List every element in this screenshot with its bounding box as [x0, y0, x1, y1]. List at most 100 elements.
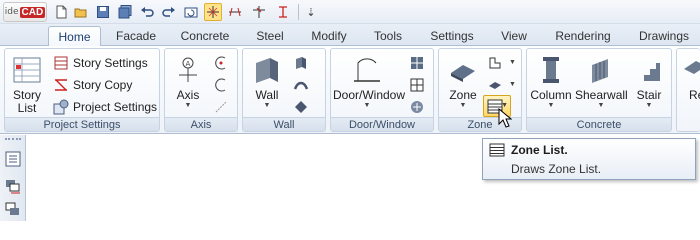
tab-steel[interactable]: Steel	[247, 26, 293, 46]
dimension-icon[interactable]	[226, 3, 244, 21]
story-copy-label: Story Copy	[73, 78, 133, 92]
save-all-icon[interactable]	[116, 3, 134, 21]
elevation-icon[interactable]	[274, 3, 292, 21]
arc-axis-icon[interactable]	[211, 53, 231, 73]
shearwall-button[interactable]: Shearwall ▼	[575, 53, 628, 110]
window-object-icon[interactable]	[407, 97, 427, 117]
project-settings-button[interactable]: Project Settings	[53, 97, 157, 117]
door-window-button[interactable]: Door/Window ▼	[333, 53, 406, 110]
door-icon	[350, 53, 384, 87]
chevron-down-icon: ▼	[363, 102, 371, 109]
column-label: Column	[530, 88, 572, 102]
axis-button[interactable]: A Axis ▼	[169, 53, 207, 110]
curve-axis-icon[interactable]	[211, 75, 231, 95]
chevron-down-icon[interactable]: ▼	[509, 81, 516, 88]
logo-main: CAD	[19, 6, 46, 18]
group-wall: Wall ▼ Wall	[242, 48, 326, 132]
story-settings-button[interactable]: Story Settings	[53, 53, 148, 73]
open-icon[interactable]	[72, 3, 90, 21]
story-copy-button[interactable]: Story Copy	[53, 75, 132, 95]
shearwall-icon	[584, 53, 618, 87]
chevron-down-icon: ▼	[184, 102, 192, 109]
group-label: Door/Window	[331, 117, 433, 131]
quick-access-toolbar: ide CAD ⇣	[0, 0, 700, 24]
shearwall-label: Shearwall	[575, 88, 628, 102]
tab-home[interactable]: Home	[48, 26, 101, 47]
curved-wall-icon[interactable]	[291, 75, 311, 95]
group-project-settings: Story List Story Settings Story Copy Pro…	[4, 48, 160, 132]
axis-icon: A	[171, 53, 205, 87]
window-frame-icon[interactable]	[407, 75, 427, 95]
chevron-down-icon: ▼	[459, 102, 467, 109]
undo-icon[interactable]	[138, 3, 156, 21]
tooltip-title: Zone List.	[511, 143, 568, 157]
project-settings-icon	[53, 99, 69, 115]
stair-button[interactable]: Stair ▼	[631, 53, 667, 110]
tab-tools[interactable]: Tools	[366, 26, 410, 46]
chevron-down-icon: ▼	[597, 102, 605, 109]
story-copy-icon	[55, 79, 67, 91]
wall-diamond-icon[interactable]	[291, 97, 311, 117]
chevron-down-icon: ▼	[547, 102, 555, 109]
zone-list-tooltip: Zone List. Draws Zone List.	[482, 138, 696, 180]
zone-polyline-icon[interactable]	[485, 53, 505, 73]
story-list-button[interactable]: Story List	[9, 53, 45, 115]
partial-button[interactable]: Re	[679, 53, 700, 102]
toolbar-separator	[298, 4, 299, 20]
group-concrete: Column ▼ Shearwall ▼ Stair ▼ Concrete	[526, 48, 672, 132]
axis-line-icon[interactable]	[211, 97, 231, 117]
tab-rendering[interactable]: Rendering	[548, 26, 618, 46]
story-list-label: Story List	[12, 88, 41, 115]
refresh-icon[interactable]	[182, 3, 200, 21]
logo-prefix: ide	[4, 7, 19, 17]
group-label: Axis	[165, 117, 237, 131]
tab-view[interactable]: View	[494, 26, 534, 46]
column-icon	[534, 53, 568, 87]
chevron-down-icon: ▼	[263, 102, 271, 109]
group-label: Project Settings	[5, 117, 159, 131]
new-icon[interactable]	[52, 3, 70, 21]
chevron-down-icon: ▼	[645, 102, 653, 109]
zone-label: Zone	[449, 88, 477, 102]
group-axis: A Axis ▼ Axis	[164, 48, 238, 132]
tab-settings[interactable]: Settings	[422, 26, 482, 46]
story-settings-label: Story Settings	[73, 56, 148, 70]
mouse-cursor-icon	[498, 108, 512, 128]
tab-concrete[interactable]: Concrete	[174, 26, 236, 46]
wall-button[interactable]: Wall ▼	[249, 53, 285, 110]
wall-box-icon[interactable]	[291, 53, 311, 73]
project-settings-label: Project Settings	[73, 100, 158, 114]
properties-icon[interactable]	[5, 151, 21, 167]
tab-modify[interactable]: Modify	[304, 26, 354, 46]
chevron-down-icon[interactable]: ▼	[509, 59, 516, 66]
zone-area-icon[interactable]	[485, 75, 505, 95]
story-settings-icon	[54, 56, 68, 70]
save-icon[interactable]	[94, 3, 112, 21]
app-logo[interactable]: ide CAD	[3, 2, 47, 22]
tooltip-description: Draws Zone List.	[511, 162, 602, 176]
beam-icon	[682, 53, 700, 87]
zone-list-icon	[489, 143, 505, 157]
redo-icon[interactable]	[160, 3, 178, 21]
tab-drawings[interactable]: Drawings	[632, 26, 696, 46]
tab-facade[interactable]: Facade	[108, 26, 164, 46]
ribbon-tabs: Home Facade Concrete Steel Modify Tools …	[0, 24, 700, 47]
group-label: Wall	[243, 117, 325, 131]
axis-label: Axis	[176, 88, 200, 102]
more-icon[interactable]: ⇣	[302, 3, 320, 21]
story-list-icon	[10, 53, 44, 87]
column-button[interactable]: Column ▼	[529, 53, 573, 110]
layers-icon[interactable]	[5, 179, 21, 195]
group-label: Concrete	[527, 117, 671, 131]
zone-button[interactable]: Zone ▼	[443, 53, 483, 110]
axis-snap-icon[interactable]	[250, 3, 268, 21]
door-window-label: Door/Window	[333, 88, 406, 102]
partial-label: Re	[689, 88, 700, 102]
svg-text:A: A	[186, 60, 191, 68]
select-all-icon[interactable]	[204, 3, 222, 21]
layer-manager-icon[interactable]	[5, 201, 21, 217]
stair-label: Stair	[636, 88, 662, 102]
window-grid-icon[interactable]	[407, 53, 427, 73]
group-partial: Re	[676, 48, 700, 132]
toolbar-grip[interactable]	[5, 138, 21, 141]
